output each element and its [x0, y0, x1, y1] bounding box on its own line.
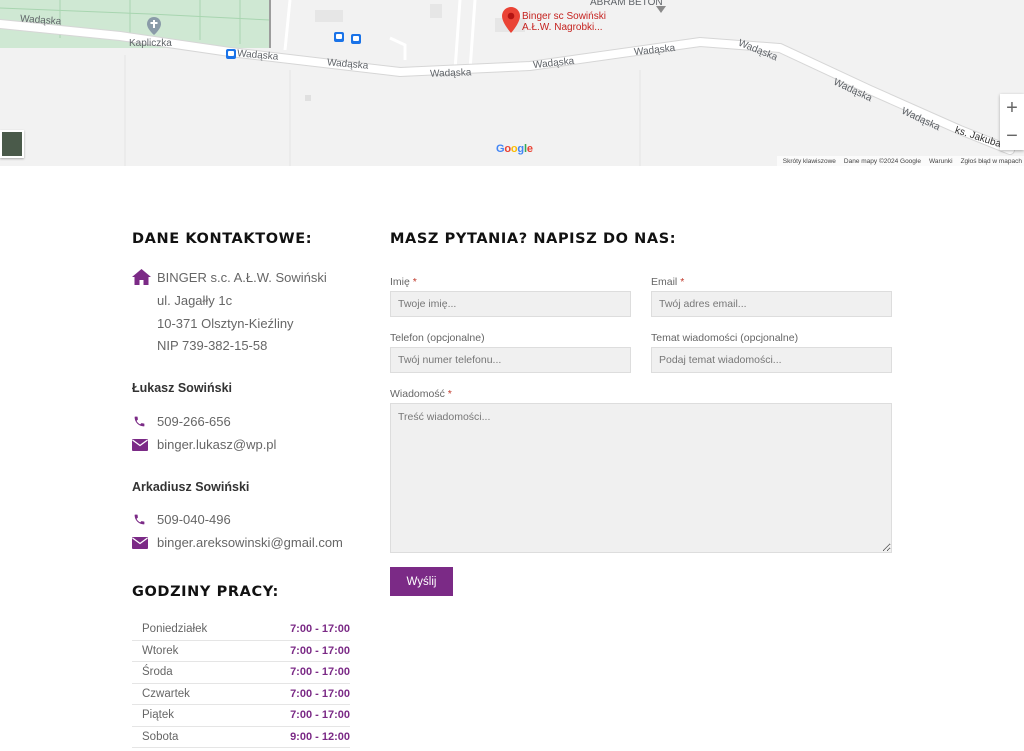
phone-field[interactable] [390, 347, 631, 373]
day-label: Poniedziałek [142, 623, 208, 636]
street-view-thumbnail[interactable] [0, 130, 24, 158]
bus-stop-icon[interactable] [351, 34, 361, 44]
time-label: 7:00 - 17:00 [290, 666, 350, 679]
person-name: Łukasz Sowiński [132, 381, 233, 395]
terms-link[interactable]: Warunki [929, 158, 953, 165]
name-label: Imię * [390, 276, 417, 288]
poi-label: ABRAM BETON [590, 0, 663, 8]
required-mark: * [680, 276, 685, 288]
hours-row: Piątek 7:00 - 17:00 [132, 705, 350, 727]
chapel-icon[interactable] [147, 17, 161, 40]
required-mark: * [412, 276, 417, 288]
hours-row: Sobota 9:00 - 12:00 [132, 727, 350, 748]
keyboard-shortcuts-link[interactable]: Skróty klawiszowe [783, 158, 836, 165]
time-label: 7:00 - 17:00 [290, 687, 350, 700]
day-label: Sobota [142, 730, 179, 743]
hours-row: Wtorek 7:00 - 17:00 [132, 641, 350, 662]
map-pin-icon[interactable] [502, 7, 520, 38]
person-name: Arkadiusz Sowiński [132, 480, 250, 494]
message-label: Wiadomość * [390, 388, 452, 400]
phone-link[interactable]: 509-040-496 [157, 512, 231, 527]
envelope-icon [132, 536, 148, 554]
zoom-in-button[interactable]: + [1000, 94, 1024, 122]
day-label: Czwartek [142, 687, 190, 700]
google-logo: Google [496, 143, 533, 155]
envelope-icon [132, 438, 148, 456]
day-label: Wtorek [142, 644, 179, 657]
home-icon [132, 269, 151, 290]
phone-link[interactable]: 509-266-656 [157, 414, 231, 429]
company-nip: NIP 739-382-15-58 [157, 338, 268, 353]
company-city: 10-371 Olsztyn-Kieźliny [157, 316, 294, 331]
day-label: Piątek [142, 709, 174, 722]
zoom-control: + − [1000, 94, 1024, 150]
report-error-link[interactable]: Zgłoś błąd w mapach [961, 158, 1022, 165]
zoom-out-button[interactable]: − [1000, 122, 1024, 150]
email-link[interactable]: binger.lukasz@wp.pl [157, 437, 276, 452]
subject-field[interactable] [651, 347, 892, 373]
hours-row: Poniedziałek 7:00 - 17:00 [132, 619, 350, 641]
form-heading: MASZ PYTANIA? NAPISZ DO NAS: [390, 231, 677, 247]
street-label: Wadąska [429, 67, 472, 80]
time-label: 9:00 - 12:00 [290, 730, 350, 743]
hours-row: Czwartek 7:00 - 17:00 [132, 684, 350, 705]
message-field[interactable] [390, 403, 892, 553]
email-field[interactable] [651, 291, 892, 317]
name-field[interactable] [390, 291, 631, 317]
chapel-label: Kapliczka [129, 38, 172, 49]
time-label: 7:00 - 17:00 [290, 644, 350, 657]
phone-label: Telefon (opcjonalne) [390, 332, 485, 344]
hours-row: Środa 7:00 - 17:00 [132, 662, 350, 684]
hours-table: Poniedziałek 7:00 - 17:00 Wtorek 7:00 - 17… [132, 619, 350, 748]
submit-button[interactable]: Wyślij [390, 567, 453, 596]
phone-icon [133, 415, 146, 433]
bus-stop-icon[interactable] [334, 32, 344, 42]
contact-heading: DANE KONTAKTOWE: [132, 231, 313, 247]
chevron-down-icon [656, 0, 666, 18]
time-label: 7:00 - 17:00 [290, 709, 350, 722]
map-poi-label[interactable]: Binger sc Sowiński A.Ł.W. Nagrobki... [522, 11, 606, 33]
email-label: Email * [651, 276, 685, 288]
subject-label: Temat wiadomości (opcjonalne) [651, 332, 799, 344]
required-mark: * [447, 388, 452, 400]
email-link[interactable]: binger.areksowinski@gmail.com [157, 535, 343, 550]
map-data-text: Dane mapy ©2024 Google [843, 157, 921, 165]
bus-stop-icon[interactable] [226, 49, 236, 59]
hours-heading: GODZINY PRACY: [132, 584, 279, 600]
phone-icon [133, 513, 146, 531]
map-footer: Skróty klawiszowe Dane mapy ©2024 Google… [776, 156, 1024, 166]
map[interactable]: Wadąska Wadąska Wadąska Wadąska Wadąska … [0, 0, 1024, 166]
company-street: ul. Jagałły 1c [157, 293, 233, 308]
company-name: BINGER s.c. A.Ł.W. Sowiński [157, 270, 327, 285]
day-label: Środa [142, 666, 173, 679]
time-label: 7:00 - 17:00 [290, 623, 350, 636]
logo-letter: e [526, 143, 533, 155]
